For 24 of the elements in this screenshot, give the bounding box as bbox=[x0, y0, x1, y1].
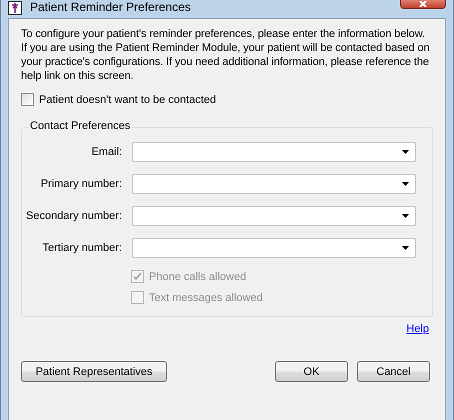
checkbox-option[interactable]: Patient doesn't want to be contacted bbox=[21, 93, 433, 106]
close-button[interactable] bbox=[400, 0, 446, 9]
checkbox[interactable] bbox=[21, 93, 34, 106]
close-icon bbox=[417, 1, 429, 7]
intro-text: To configure your patient's reminder preferences, please enter the information below. If you are using the Patient Reminder Module, your patient will be contacted based on your practice's configurations. If you need additional information, please reference the help link on this screen. bbox=[21, 27, 431, 83]
ok-button[interactable]: OK bbox=[275, 361, 348, 382]
dropdown-field[interactable] bbox=[132, 142, 416, 162]
app-icon bbox=[8, 1, 22, 15]
field-label: Email: bbox=[90, 146, 122, 158]
cancel-button[interactable]: Cancel bbox=[357, 361, 430, 382]
group-title: Contact Preferences bbox=[28, 120, 132, 132]
caret-icon bbox=[402, 246, 409, 250]
dropdown-field[interactable] bbox=[132, 174, 416, 194]
dropdown-field[interactable] bbox=[132, 206, 416, 226]
field-label: Secondary number: bbox=[25, 210, 122, 222]
field-label: Primary number: bbox=[40, 178, 122, 190]
help-link[interactable]: Help bbox=[406, 323, 429, 335]
dropdown-field[interactable] bbox=[132, 238, 416, 258]
caret-icon bbox=[402, 214, 409, 218]
caret-icon bbox=[402, 150, 409, 154]
window-title: Patient Reminder Preferences bbox=[30, 0, 191, 14]
caret-icon bbox=[402, 182, 409, 186]
field-label: Tertiary number: bbox=[42, 242, 122, 254]
patient-representatives-button[interactable]: Patient Representatives bbox=[21, 361, 167, 382]
